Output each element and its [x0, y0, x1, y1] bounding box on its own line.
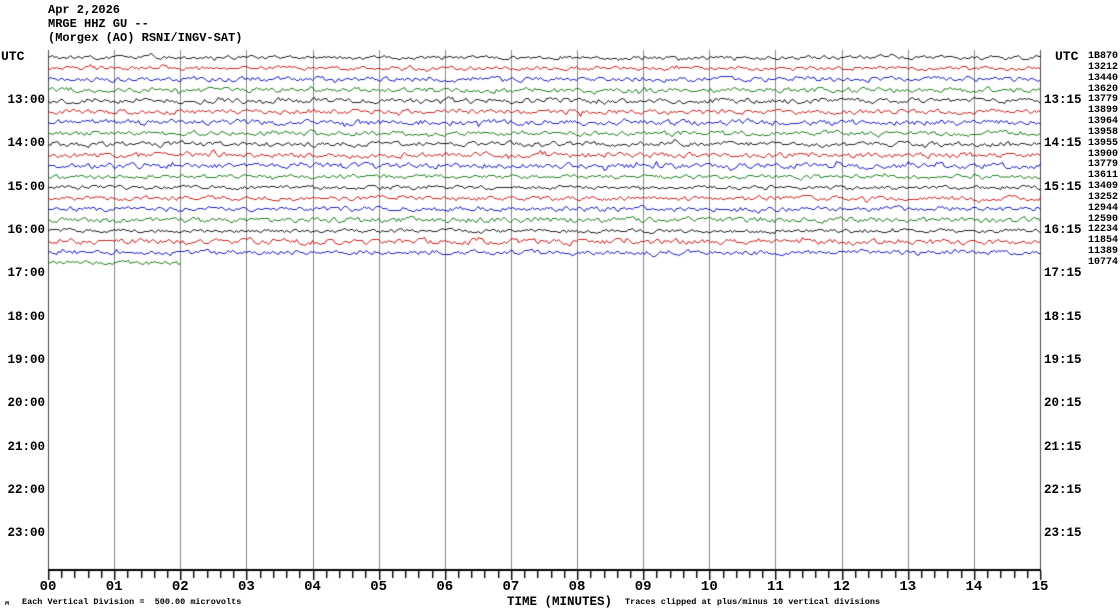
amplitude-value: 13409	[1088, 181, 1119, 192]
minute-label: 10	[700, 579, 718, 595]
amplitude-value: 13964	[1088, 116, 1119, 127]
hour-label-left: 23:00	[7, 526, 45, 541]
minute-label: 04	[304, 579, 321, 595]
hour-label-left: 20:00	[7, 396, 45, 411]
hour-label-left: 22:00	[7, 482, 45, 497]
hour-label-right: 19:15	[1044, 352, 1082, 367]
clip-note: Traces clipped at plus/minus 10 vertical…	[625, 597, 881, 607]
minute-label: 09	[634, 579, 652, 595]
amplitude-value: 12234	[1088, 224, 1119, 236]
amplitude-value: 13620	[1088, 83, 1119, 95]
hour-label-right: 13:15	[1044, 92, 1082, 107]
minute-label: 13	[899, 579, 917, 595]
minute-label: 12	[833, 579, 850, 595]
x-axis-title: TIME (MINUTES)	[507, 595, 613, 609]
amplitude-value: 13212	[1088, 61, 1119, 73]
watermark-glyph: ʍ	[5, 600, 10, 608]
amplitude-value: 10774	[1088, 256, 1119, 268]
amplitude-value: 13252	[1088, 191, 1119, 203]
header-location: (Morgex (AO) RSNI/INGV-SAT)	[48, 31, 243, 45]
minute-label: 01	[105, 579, 123, 595]
minute-label: 05	[370, 579, 388, 595]
minute-label: 14	[965, 579, 983, 595]
amplitude-value: 12590	[1088, 213, 1119, 225]
amplitude-value: 11854	[1088, 235, 1119, 247]
hour-label-right: 21:15	[1044, 439, 1082, 454]
vertical-division-note: Each Vertical Division = 500.00 microvol…	[22, 597, 242, 607]
hour-label-left: 17:00	[7, 266, 45, 281]
minute-label: 02	[171, 579, 189, 595]
amplitude-value: 12944	[1088, 202, 1119, 214]
amplitude-value: 13958	[1088, 126, 1119, 138]
hour-label-right: 18:15	[1044, 309, 1082, 324]
hour-label-left: 14:00	[7, 136, 45, 151]
hour-label-left: 13:00	[7, 92, 45, 107]
minute-label: 07	[502, 579, 520, 595]
utc-label-right: UTC	[1055, 49, 1079, 64]
hour-label-right: 17:15	[1044, 266, 1082, 281]
hour-label-right: 23:15	[1044, 526, 1082, 541]
amplitude-value: 13440	[1088, 72, 1119, 84]
hour-label-left: 18:00	[7, 309, 45, 324]
hour-label-left: 21:00	[7, 439, 45, 454]
utc-label-left: UTC	[1, 49, 25, 64]
amplitude-value: 1B870	[1088, 51, 1119, 62]
amplitude-value: 13899	[1088, 105, 1119, 117]
helicorder-screen: Apr 2,2026 MRGE HHZ GU -- (Morgex (AO) R…	[0, 0, 1120, 614]
minute-label: 00	[39, 579, 57, 595]
hour-label-right: 16:15	[1044, 222, 1082, 237]
hour-label-left: 19:00	[7, 352, 45, 367]
minute-label: 08	[568, 579, 586, 595]
seismogram-plot-canvas	[0, 0, 1120, 614]
hour-label-right: 22:15	[1044, 482, 1082, 497]
amplitude-value: 13900	[1088, 148, 1119, 160]
hour-label-right: 14:15	[1044, 136, 1082, 151]
header-date: Apr 2,2026	[48, 3, 121, 17]
header-station: MRGE HHZ GU --	[48, 17, 149, 31]
amplitude-value: 13611	[1088, 170, 1119, 182]
hour-label-left: 16:00	[7, 222, 45, 237]
hour-label-right: 15:15	[1044, 179, 1082, 194]
minute-label: 11	[767, 579, 784, 595]
amplitude-value: 13779	[1088, 159, 1119, 171]
amplitude-value: 11389	[1088, 246, 1119, 257]
minute-label: 15	[1031, 579, 1049, 595]
minute-label: 06	[436, 579, 454, 595]
amplitude-value: 13779	[1088, 94, 1119, 106]
hour-label-left: 15:00	[7, 179, 45, 194]
amplitude-value: 13955	[1088, 137, 1119, 149]
hour-label-right: 20:15	[1044, 396, 1082, 411]
minute-label: 03	[237, 579, 255, 595]
